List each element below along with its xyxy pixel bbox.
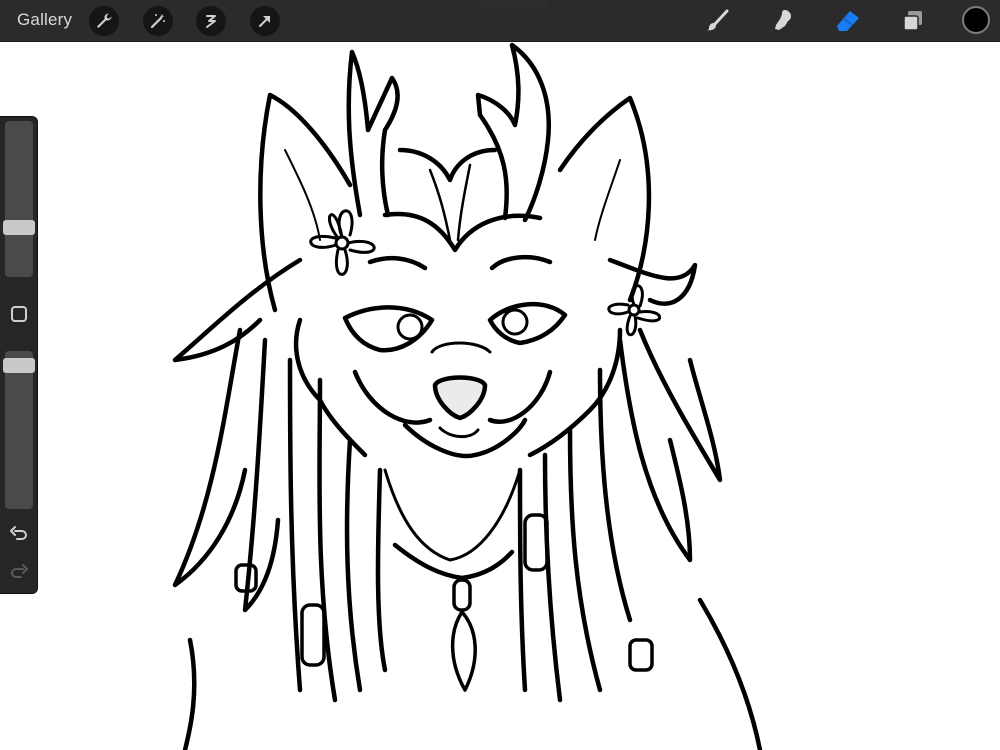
layers-icon [903,11,922,31]
color-picker-button[interactable] [962,6,990,34]
top-toolbar: Gallery [0,0,1000,42]
toolbar-drag-handle [478,0,548,41]
magic-wand-icon [150,14,165,29]
brush-tool-button[interactable] [703,6,733,36]
wolf-deer-lineart [172,42,763,750]
eraser-icon [837,11,859,31]
selection-icon [206,15,216,28]
layers-button[interactable] [898,6,928,36]
transform-button[interactable] [250,6,280,36]
adjustments-button[interactable] [143,6,173,36]
transform-arrow-icon [259,16,270,27]
smudge-icon [775,10,791,30]
eraser-tool-button[interactable] [833,6,863,36]
brush-icon [707,9,729,31]
drawing-canvas[interactable] [0,42,1000,750]
wrench-icon [97,13,112,28]
actions-button[interactable] [89,6,119,36]
gallery-button[interactable]: Gallery [17,10,72,30]
smudge-tool-button[interactable] [768,6,798,36]
selection-button[interactable] [196,6,226,36]
